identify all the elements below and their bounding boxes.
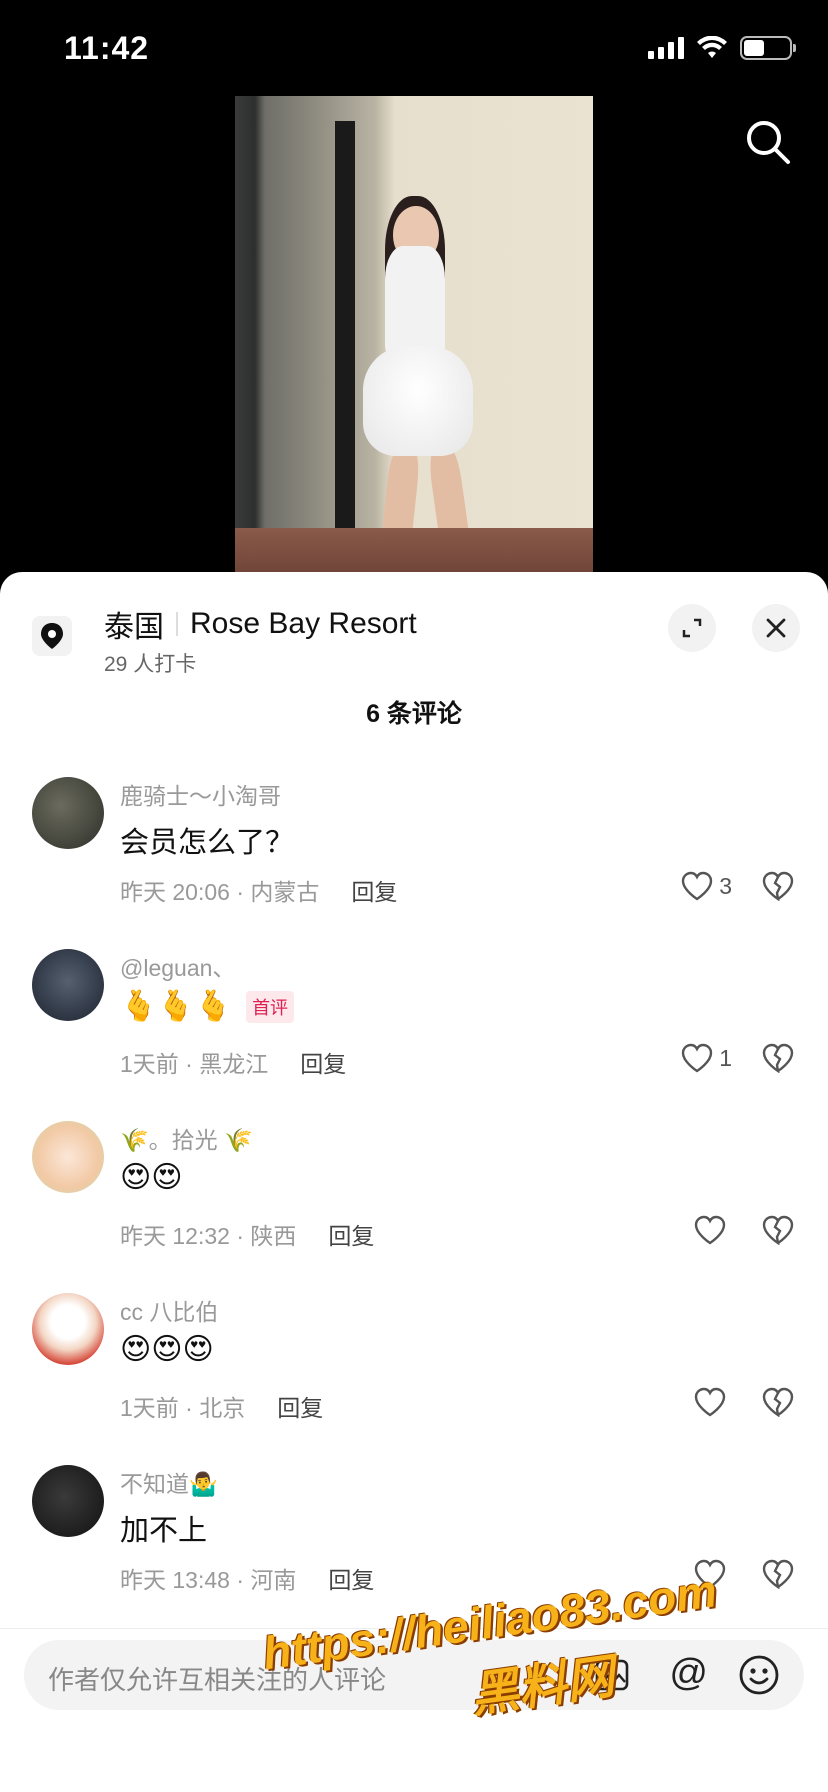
expand-button[interactable] [668,604,716,652]
status-time: 11:42 [64,30,150,66]
avatar[interactable] [32,777,104,849]
reply-button[interactable]: 回复 [351,873,397,907]
signal-icon [648,37,684,59]
avatar[interactable] [32,1293,104,1365]
avatar[interactable] [32,949,104,1021]
heart-icon [694,1215,726,1245]
comment-username[interactable]: cc 八比伯 [120,1293,218,1327]
comment-time-location: 1天前 · 黑龙江 [120,1051,269,1077]
comment-username[interactable]: 鹿骑士～小淘哥 [120,777,281,811]
avatar[interactable] [32,1465,104,1537]
comment-item[interactable]: 鹿骑士～小淘哥 会员怎么了？ 昨天 20:06 · 内蒙古 回复 3 [0,777,828,947]
close-icon [766,618,786,638]
broken-heart-icon[interactable] [762,871,794,901]
comment-username[interactable]: 🌾。拾光 🌾 [120,1121,253,1155]
comment-meta: 1天前 · 黑龙江 回复 [120,1045,346,1079]
location-name[interactable]: 泰国 Rose Bay Resort [104,602,417,646]
location-checkins: 29 人打卡 [104,653,197,676]
comment-text: 😍😍 [120,1161,183,1194]
comment-count: 6 条评论 [366,700,462,728]
comment-username[interactable]: 不知道🤷‍♂️ [120,1465,218,1499]
video-area[interactable] [0,96,828,576]
like-count: 3 [719,872,732,899]
avatar[interactable] [32,1121,104,1193]
comment-text: 会员怎么了？ [120,827,295,859]
comment-meta: 昨天 20:06 · 内蒙古 回复 [120,873,397,907]
battery-icon [740,36,796,60]
broken-heart-icon[interactable] [762,1387,794,1417]
like-button[interactable]: 1 [681,1043,732,1073]
heart-icon [694,1387,726,1417]
first-comment-badge: 首评 [246,991,295,1023]
location-place: Rose Bay Resort [190,607,417,640]
reply-button[interactable]: 回复 [300,1045,346,1079]
reply-button[interactable]: 回复 [277,1389,323,1423]
heart-icon [682,871,713,901]
location-country: 泰国 [104,611,164,644]
video-frame[interactable] [235,96,593,576]
wifi-icon [697,36,727,58]
location-separator [176,612,178,636]
location-header[interactable]: 泰国 Rose Bay Resort 29 人打卡 [32,602,800,682]
comment-meta: 昨天 13:48 · 河南 回复 [120,1561,374,1595]
comment-item[interactable]: 🌾。拾光 🌾 😍😍 昨天 12:32 · 陕西 回复 [0,1121,828,1291]
expand-icon [682,618,702,638]
like-button[interactable] [694,1215,732,1245]
comment-time-location: 昨天 20:06 · 内蒙古 [120,879,320,905]
reply-button[interactable]: 回复 [328,1561,374,1595]
like-button[interactable] [694,1387,732,1417]
comment-meta: 1天前 · 北京 回复 [120,1389,323,1423]
comment-item[interactable]: cc 八比伯 😍😍😍 1天前 · 北京 回复 [0,1293,828,1463]
comment-meta: 昨天 12:32 · 陕西 回复 [120,1217,374,1251]
broken-heart-icon[interactable] [762,1215,794,1245]
comment-time-location: 昨天 13:48 · 河南 [120,1567,297,1593]
comment-text: 🫰🫰🫰 首评 [120,991,295,1023]
location-pin-icon [32,616,72,656]
comment-item[interactable]: @leguan、 🫰🫰🫰 首评 1天前 · 黑龙江 回复 1 [0,949,828,1119]
search-icon[interactable] [744,118,792,166]
comment-username[interactable]: @leguan、 [120,949,235,983]
status-bar: 11:42 [0,0,828,96]
comment-time-location: 1天前 · 北京 [120,1395,246,1421]
comment-text: 加不上 [120,1515,208,1547]
reply-button[interactable]: 回复 [328,1217,374,1251]
close-button[interactable] [752,604,800,652]
comment-text: 😍😍😍 [120,1333,214,1366]
heart-icon [682,1043,713,1073]
like-button[interactable]: 3 [681,871,732,901]
status-icons [648,36,796,60]
like-count: 1 [719,1044,732,1071]
comment-time-location: 昨天 12:32 · 陕西 [120,1223,297,1249]
broken-heart-icon[interactable] [762,1043,794,1073]
